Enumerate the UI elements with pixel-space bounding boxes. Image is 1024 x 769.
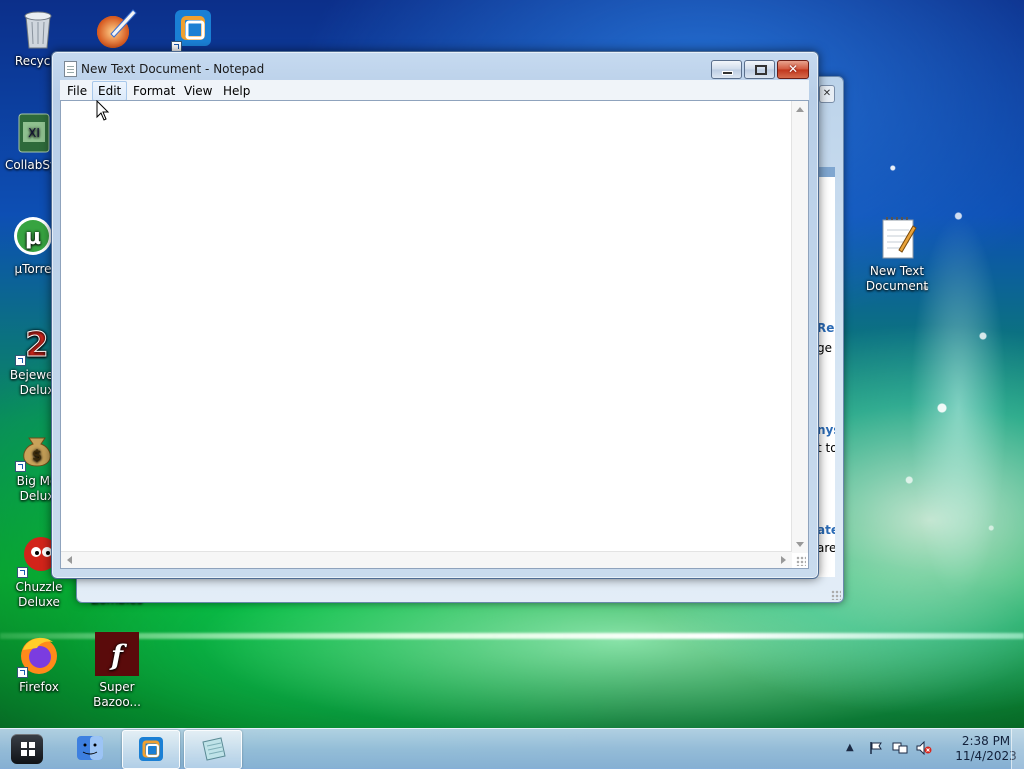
scroll-left-icon[interactable] [67,556,72,564]
show-hidden-icons-icon[interactable]: ▲ [846,742,862,756]
vmware-icon [137,736,165,762]
desktop-icon-label: New Text Document [865,264,929,293]
shortcut-arrow-icon [15,355,26,366]
finder-icon [76,735,104,761]
utorrent-icon: µ [11,214,55,258]
shortcut-arrow-icon [17,567,28,578]
vmware-icon [171,6,215,52]
svg-text:2: 2 [25,325,49,364]
close-icon: ✕ [787,62,799,76]
network-icon[interactable] [892,741,908,755]
taskbar-app-finder[interactable] [62,730,118,767]
background-window-text: Rer [817,321,835,335]
desktop-icon-app[interactable] [156,6,230,54]
desktop-icon-label: Chuzzle Deluxe [15,580,63,609]
background-window-text: nys [817,423,835,437]
desktop-icon-app[interactable] [78,6,152,54]
start-button[interactable] [4,731,50,767]
window-title: New Text Document - Notepad [81,62,265,76]
shortcut-arrow-icon [15,461,26,472]
show-desktop-button[interactable] [1011,729,1024,769]
shortcut-arrow-icon [17,667,28,678]
menu-file[interactable]: File [61,81,93,101]
maximize-icon [755,65,767,75]
desktop-icon-label: Super Bazoo... [93,680,141,709]
volume-muted-icon[interactable] [916,740,932,756]
taskbar-app-notepad[interactable] [184,730,242,769]
desktop-icon-label: Firefox [19,680,59,694]
action-center-flag-icon[interactable] [868,741,884,755]
firefox-icon [17,632,61,678]
minimize-icon [722,71,733,75]
minimize-button[interactable] [711,60,742,79]
resize-grip[interactable] [831,590,841,600]
background-window-text: ate [817,523,835,537]
scroll-down-icon[interactable] [796,542,804,547]
menu-view[interactable]: View [178,81,218,101]
close-icon[interactable]: ✕ [819,85,835,103]
flash-icon: f [95,632,139,676]
recycle-bin-icon [16,6,60,50]
background-window-text: are [817,541,835,555]
windows-logo-icon [21,742,35,756]
menu-help[interactable]: Help [217,81,256,101]
svg-text:XI: XI [28,126,40,140]
collabsy-icon: XI [9,110,53,154]
background-window-text: t to [817,441,835,455]
taskbar: ▲ 2:38 PM 11/4/2023 [0,728,1024,769]
paint-app-icon [93,6,137,50]
svg-text:µ: µ [25,225,41,250]
background-window-text: ge v [817,341,835,355]
notepad-window[interactable]: New Text Document - Notepad ✕ File Edit … [51,51,819,579]
maximize-button[interactable] [744,60,775,79]
taskbar-app-vmware[interactable] [122,730,180,769]
notepad-file-icon [875,216,919,260]
menu-edit[interactable]: Edit [92,81,128,101]
desktop-icon-super-bazooka[interactable]: f Super Bazoo... [80,632,154,710]
resize-grip[interactable] [796,556,806,566]
notepad-icon [64,61,77,77]
system-tray: ▲ 2:38 PM 11/4/2023 [834,729,1024,769]
desktop-icon-firefox[interactable]: Firefox [2,632,76,695]
close-button[interactable]: ✕ [777,60,809,79]
svg-text:$: $ [32,448,42,464]
notepad-icon [199,736,227,762]
menu-format[interactable]: Format [127,81,181,101]
vertical-scrollbar[interactable] [791,101,808,553]
scroll-up-icon[interactable] [796,107,804,112]
background-window-content [817,177,835,577]
text-editor-area[interactable] [60,100,809,569]
editor-content[interactable] [65,103,788,548]
horizontal-scrollbar[interactable] [61,551,792,568]
menu-bar: File Edit Format View Help [60,80,809,101]
desktop-icon-new-text-document[interactable]: New Text Document [860,216,934,294]
wallpaper-sparkles [860,120,1024,600]
scroll-right-icon[interactable] [781,556,786,564]
start-orb [11,734,43,764]
